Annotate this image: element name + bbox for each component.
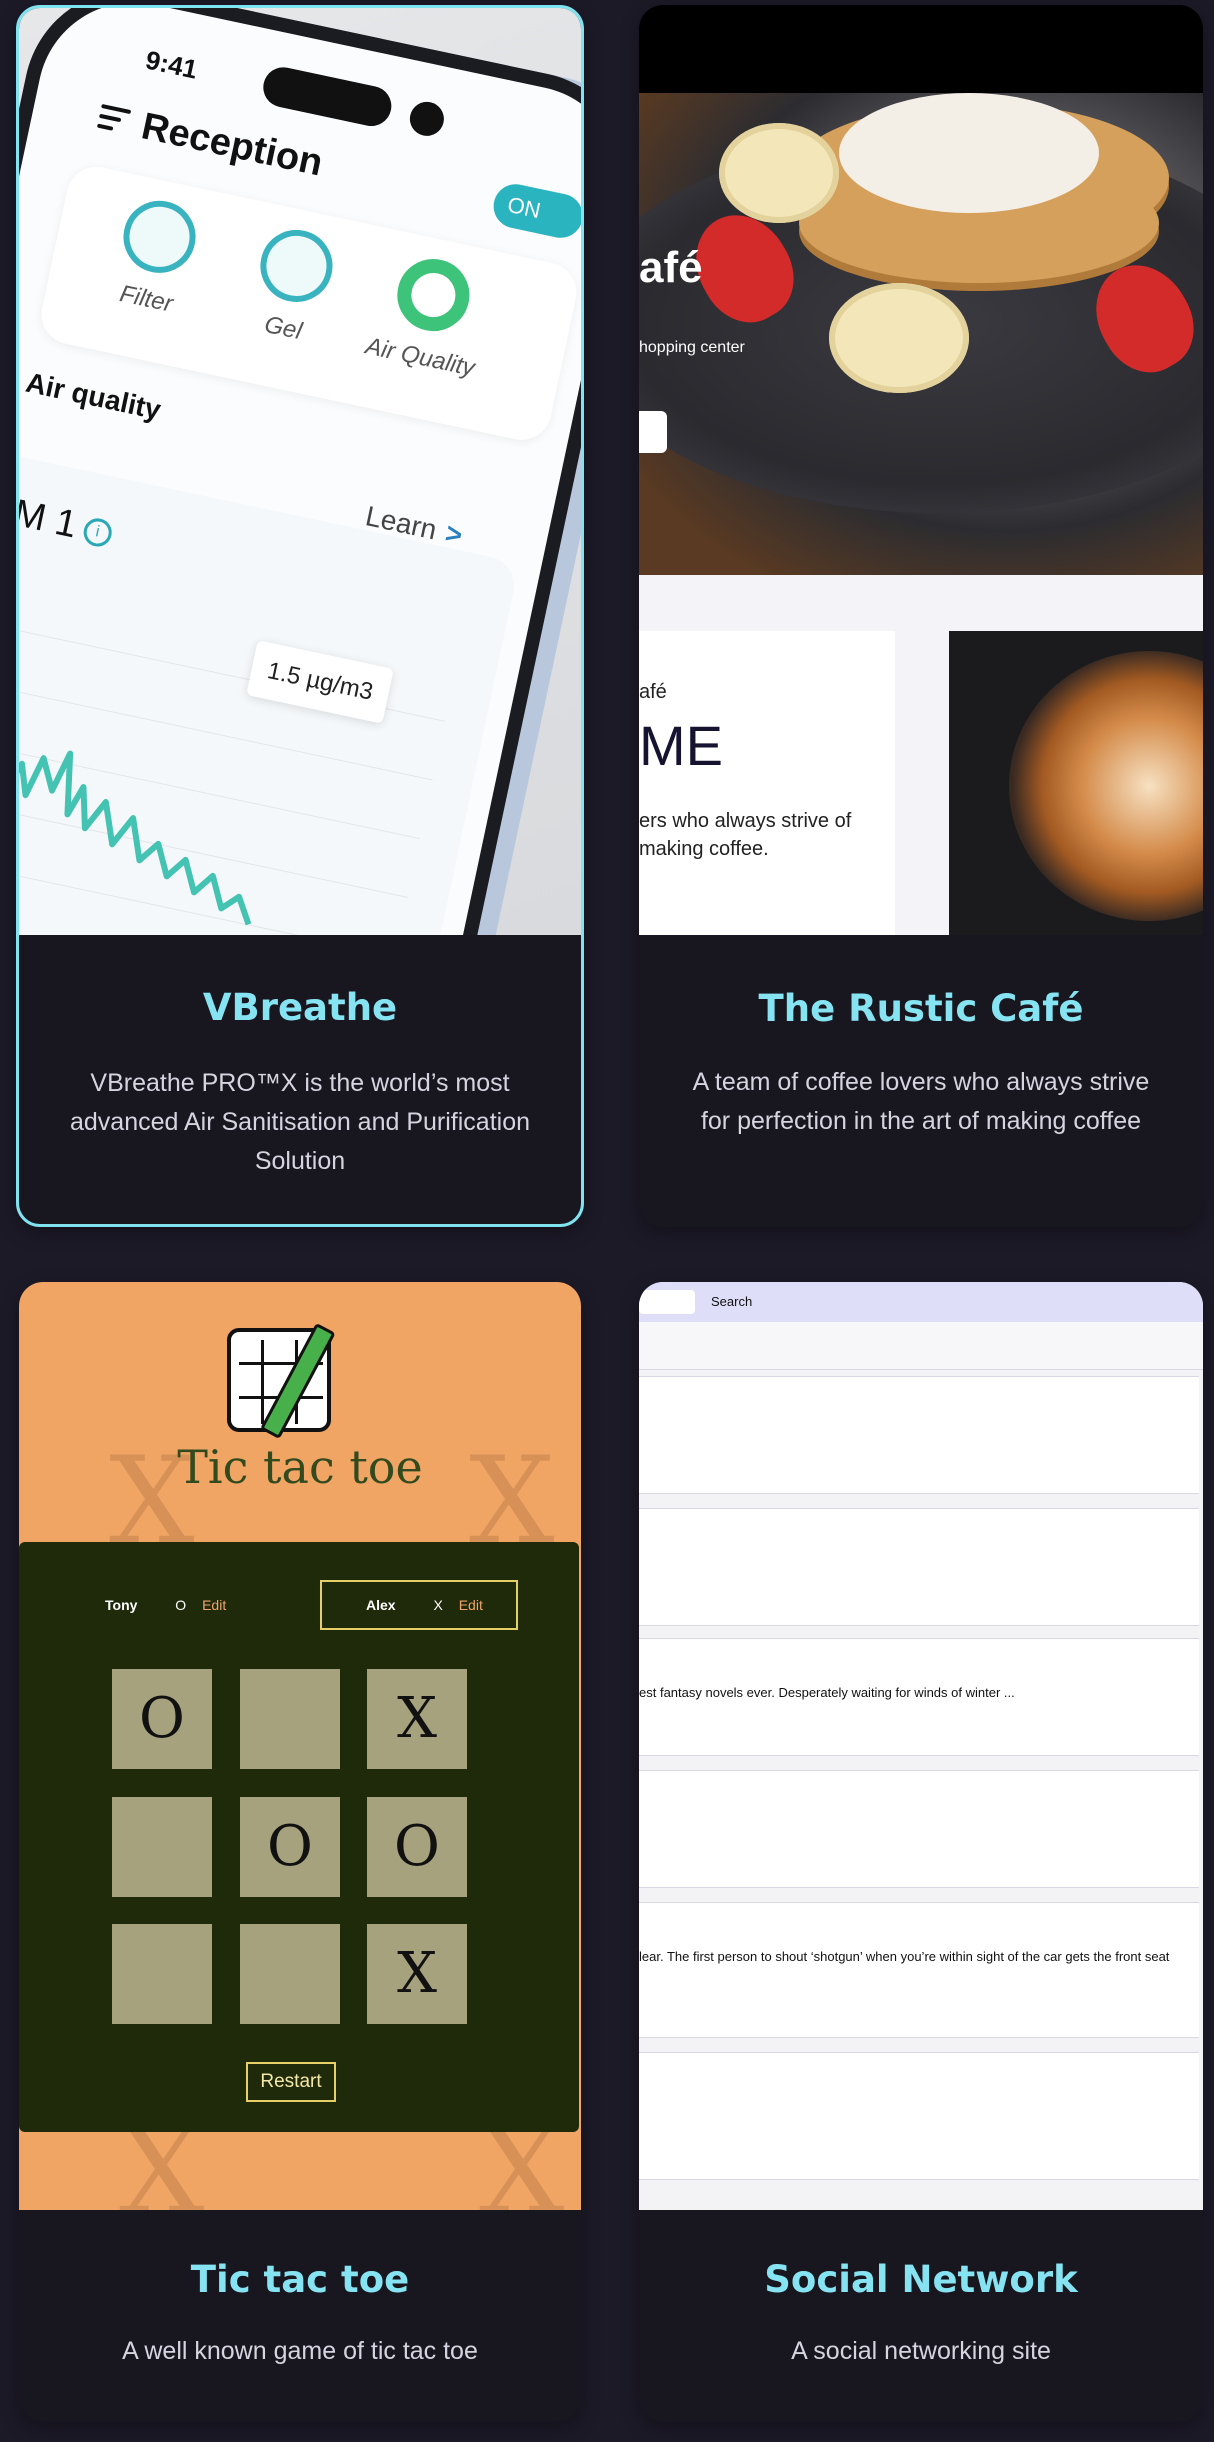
post-card: lear. The first person to shout ‘shotgun… bbox=[639, 1902, 1199, 2038]
app-title: Reception bbox=[137, 105, 327, 185]
hero-subtitle: hopping center bbox=[639, 339, 745, 356]
tic-tac-toe-screenshot: X X X X Tic tac toe Tony O Edit Alex X E… bbox=[19, 1282, 581, 2210]
vbreathe-screenshot: 9:41 Reception ON Filter Gel Air Quality… bbox=[19, 8, 581, 935]
board-cell[interactable]: O bbox=[367, 1797, 467, 1897]
card-description: A well known game of tic tac toe bbox=[122, 2337, 478, 2365]
rustic-cafe-screenshot: afé hopping center afé ME ers who always… bbox=[639, 5, 1203, 935]
board-cell[interactable]: X bbox=[367, 1924, 467, 2024]
post-card bbox=[639, 1376, 1199, 1494]
edit-player-button[interactable]: Edit bbox=[459, 1597, 483, 1613]
power-toggle: ON bbox=[489, 180, 581, 242]
board-cell[interactable] bbox=[112, 1924, 212, 2024]
card-description: A social networking site bbox=[791, 2337, 1051, 2365]
card-title: Social Network bbox=[764, 2258, 1078, 2301]
search-input bbox=[639, 1290, 695, 1314]
air-quality-icon bbox=[390, 252, 477, 338]
board-cell[interactable] bbox=[240, 1669, 340, 1769]
coffee-image bbox=[949, 631, 1203, 935]
player-alex: Alex X Edit bbox=[320, 1580, 518, 1630]
project-card-tic-tac-toe[interactable]: X X X X Tic tac toe Tony O Edit Alex X E… bbox=[19, 1282, 581, 2422]
post-card bbox=[639, 1770, 1199, 1888]
filter-icon bbox=[116, 194, 203, 280]
player-tony: Tony O Edit bbox=[105, 1597, 227, 1613]
board-cell[interactable]: X bbox=[367, 1669, 467, 1769]
project-card-vbreathe[interactable]: 9:41 Reception ON Filter Gel Air Quality… bbox=[16, 5, 584, 1227]
post-card: est fantasy novels ever. Desperately wai… bbox=[639, 1638, 1199, 1756]
edit-player-button[interactable]: Edit bbox=[202, 1597, 226, 1613]
air-quality-heading: Air quality bbox=[23, 366, 164, 426]
phone-mockup: 9:41 Reception ON Filter Gel Air Quality… bbox=[19, 8, 581, 935]
board-cell[interactable] bbox=[112, 1797, 212, 1897]
card-description: A team of coffee lovers who always striv… bbox=[692, 1068, 1150, 1135]
game-panel: Tony O Edit Alex X Edit O X O O X Restar… bbox=[19, 1542, 579, 2132]
social-network-screenshot: Search est fantasy novels ever. Desperat… bbox=[639, 1282, 1203, 2210]
board-cell[interactable]: O bbox=[240, 1797, 340, 1897]
gel-icon bbox=[253, 223, 340, 309]
board-cell[interactable] bbox=[240, 1924, 340, 2024]
post-card bbox=[639, 2052, 1199, 2180]
info-icon: i bbox=[80, 515, 115, 549]
post-card bbox=[639, 1508, 1199, 1626]
phone-time: 9:41 bbox=[143, 44, 201, 85]
navbar: Search bbox=[639, 1282, 1203, 1322]
project-card-rustic-cafe[interactable]: afé hopping center afé ME ers who always… bbox=[639, 5, 1203, 1227]
menu-icon bbox=[96, 103, 132, 134]
card-title: The Rustic Café bbox=[758, 987, 1084, 1030]
hero-title: afé bbox=[639, 243, 703, 292]
game-heading: Tic tac toe bbox=[177, 1440, 423, 1494]
card-title: VBreathe bbox=[202, 986, 398, 1029]
restart-button[interactable]: Restart bbox=[246, 2062, 336, 2102]
hero-button bbox=[639, 411, 667, 453]
board-cell[interactable]: O bbox=[112, 1669, 212, 1769]
card-description: VBreathe PRO™X is the world’s most advan… bbox=[70, 1069, 531, 1175]
card-title: Tic tac toe bbox=[190, 2258, 410, 2301]
search-button: Search bbox=[711, 1294, 753, 1309]
project-card-social-network[interactable]: Search est fantasy novels ever. Desperat… bbox=[639, 1282, 1203, 2422]
